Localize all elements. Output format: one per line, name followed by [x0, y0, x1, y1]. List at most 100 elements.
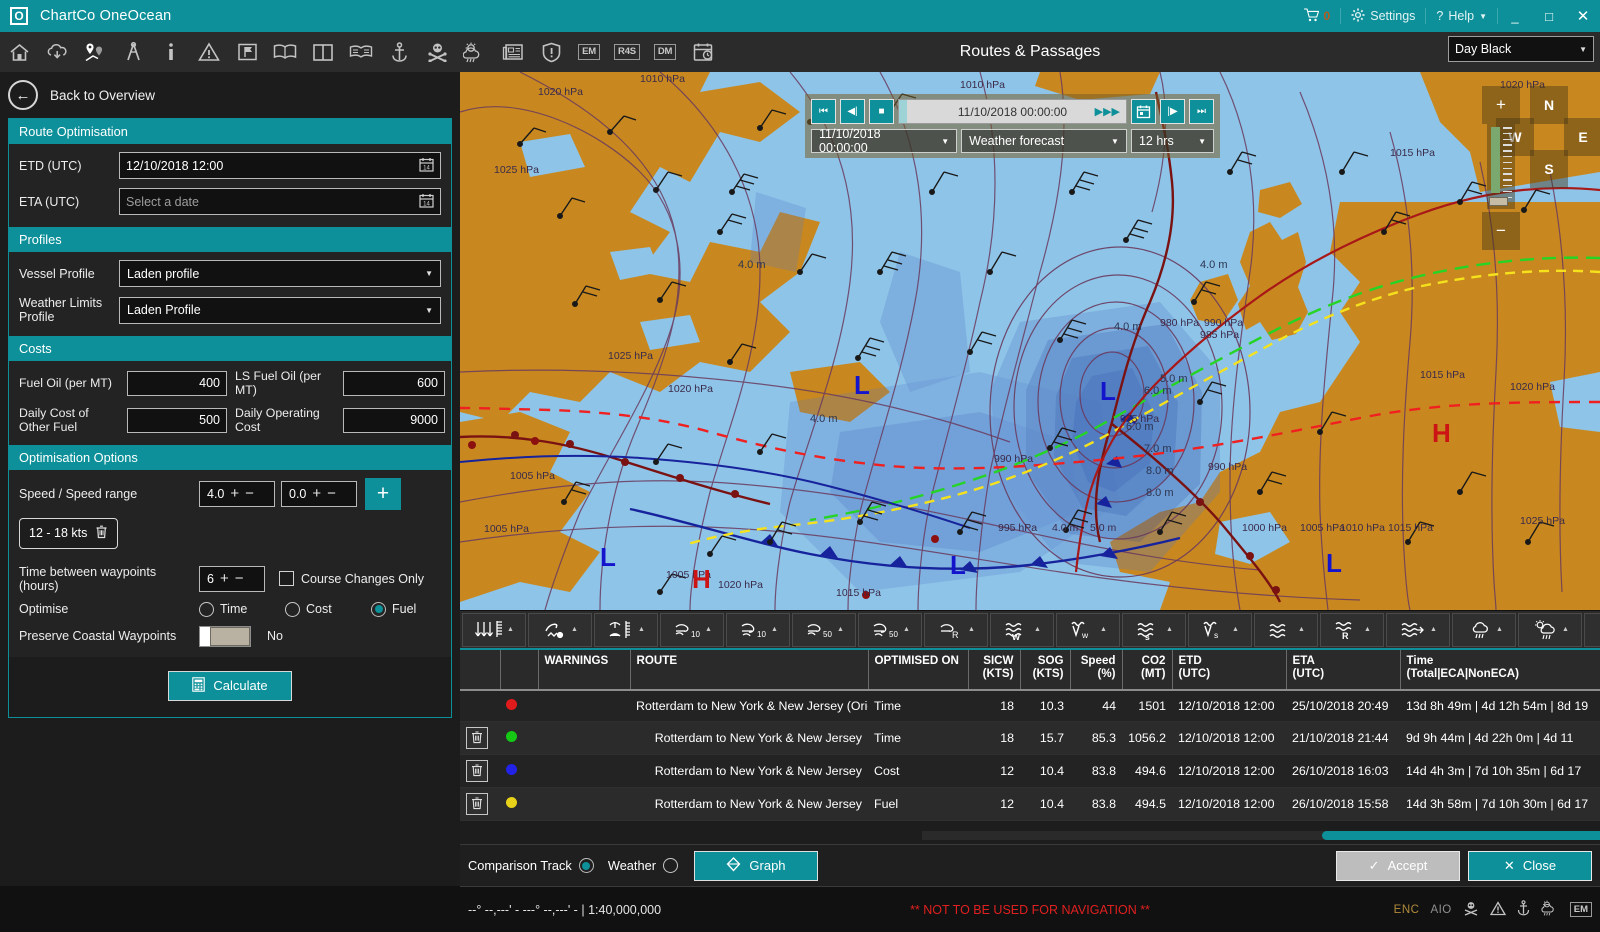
col-speed[interactable]: Speed(%) [1070, 650, 1122, 690]
cart-button[interactable]: 0 [1294, 0, 1341, 32]
skip-to-end-icon[interactable]: ⏭ [1189, 99, 1214, 124]
weather-map[interactable]: 1025 hPa 1025 hPa 1020 hPa 1005 hPa 1005… [460, 72, 1600, 610]
col-time[interactable]: Time(Total|ECA|NonECA) [1400, 650, 1600, 690]
comparison-track-radio[interactable] [579, 858, 594, 873]
delete-route-button[interactable] [466, 760, 488, 782]
wave-w-symbol[interactable]: W ▲ [990, 613, 1054, 647]
row-delete-cell[interactable] [460, 787, 500, 820]
notices-book-icon[interactable] [342, 32, 380, 72]
chevron-up-icon[interactable]: ▲ [1364, 626, 1371, 633]
fuel-oil-input[interactable]: 400 [127, 371, 227, 396]
settings-button[interactable]: Settings [1341, 0, 1425, 32]
plus-icon[interactable]: + [312, 486, 321, 501]
zoom-out-button[interactable]: − [1482, 212, 1520, 250]
table-horizontal-scrollbar[interactable] [922, 831, 1600, 840]
wave-sw-symbol[interactable]: ▲ [1254, 613, 1318, 647]
swell2-50-symbol[interactable]: 50 ▲ [858, 613, 922, 647]
warning-triangle-icon[interactable] [190, 32, 228, 72]
play-icon[interactable]: |▶ [1160, 99, 1185, 124]
minus-icon[interactable]: − [327, 486, 336, 501]
anchor-icon[interactable] [380, 32, 418, 72]
graph-button[interactable]: Graph [694, 851, 818, 881]
em-badge[interactable]: EM [570, 32, 608, 72]
col-sog[interactable]: SOG(KTS) [1020, 650, 1070, 690]
fast-forward-icon[interactable]: ▶▶▶ [1095, 105, 1120, 118]
wave-s-symbol[interactable]: s ▲ [1122, 613, 1186, 647]
optimise-radio-time[interactable]: Time [199, 602, 285, 617]
sun-rain-symbol[interactable]: ▲ [1518, 613, 1582, 647]
swell2-10-symbol[interactable]: 10 ▲ [726, 613, 790, 647]
chevron-up-icon[interactable]: ▲ [771, 626, 778, 633]
weather-icon[interactable] [1541, 900, 1559, 919]
minimize-button[interactable]: _ [1498, 0, 1532, 32]
fog-symbol[interactable]: ▲ [1584, 613, 1600, 647]
chevron-up-icon[interactable]: ▲ [1496, 626, 1503, 633]
theme-selector[interactable]: Day Black ▼ [1448, 36, 1594, 62]
enc-status[interactable]: ENC [1394, 904, 1420, 916]
shield-alert-icon[interactable] [532, 32, 570, 72]
piracy-skull-icon[interactable] [418, 32, 456, 72]
calendar-icon[interactable]: 14 [419, 157, 434, 175]
optimise-radio-cost[interactable]: Cost [285, 602, 371, 617]
wind-barbs-symbol[interactable]: ▲ [462, 613, 526, 647]
chevron-up-icon[interactable]: ▲ [1166, 626, 1173, 633]
delete-route-button[interactable] [466, 727, 488, 749]
chevron-up-icon[interactable]: ▲ [903, 626, 910, 633]
weather-radio[interactable] [663, 858, 678, 873]
scrollbar-thumb[interactable] [1322, 831, 1600, 840]
piracy-skull-icon[interactable] [1463, 901, 1479, 919]
chevron-up-icon[interactable]: ▲ [1232, 626, 1239, 633]
home-icon[interactable] [0, 32, 38, 72]
col-etd[interactable]: ETD(UTC) [1172, 650, 1286, 690]
swell-10-symbol[interactable]: 10 ▲ [660, 613, 724, 647]
wave-height-symbol[interactable]: ▲ [594, 613, 658, 647]
calendar-icon[interactable]: 14 [419, 193, 434, 211]
skip-to-start-icon[interactable]: ⏮ [811, 99, 836, 124]
news-icon[interactable] [494, 32, 532, 72]
chevron-up-icon[interactable]: ▲ [1298, 626, 1305, 633]
stop-icon[interactable]: ■ [869, 99, 894, 124]
aio-status[interactable]: AIO [1430, 904, 1451, 916]
em-badge[interactable]: EM [1570, 902, 1592, 918]
dm-badge[interactable]: DM [646, 32, 684, 72]
plus-icon[interactable]: + [220, 571, 229, 586]
wave-r-symbol[interactable]: R ▲ [1320, 613, 1384, 647]
col-warnings[interactable]: WARNINGS [538, 650, 630, 690]
calendar-icon[interactable] [1131, 99, 1156, 124]
table-row[interactable]: Rotterdam to New York & New JerseyCost12… [460, 754, 1600, 787]
time-between-waypoints-spinner[interactable]: 6 + − [199, 566, 265, 592]
chevron-up-icon[interactable]: ▲ [837, 626, 844, 633]
chevron-up-icon[interactable]: ▲ [1430, 626, 1437, 633]
map-datetime-select[interactable]: 11/10/2018 00:00:00 ▼ [811, 129, 957, 153]
route-pins-icon[interactable] [76, 32, 114, 72]
weather-limits-profile-select[interactable]: Laden Profile ▼ [119, 297, 441, 324]
period-w-symbol[interactable]: w ▲ [1056, 613, 1120, 647]
col-sicw[interactable]: SICW(KTS) [968, 650, 1020, 690]
table-row[interactable]: Rotterdam to New York & New JerseyFuel12… [460, 787, 1600, 820]
zoom-slider-handle[interactable] [1489, 197, 1508, 206]
trash-icon[interactable] [95, 525, 108, 542]
back-to-overview-button[interactable]: ← Back to Overview [0, 72, 460, 118]
rain-cloud-symbol[interactable]: ▲ [1452, 613, 1516, 647]
current-symbol[interactable]: ▲ [1386, 613, 1450, 647]
step-back-icon[interactable]: ◀| [840, 99, 865, 124]
etd-input[interactable]: 12/10/2018 12:00 14 [119, 152, 441, 179]
chevron-up-icon[interactable]: ▲ [1034, 626, 1041, 633]
col-eta[interactable]: ETA(UTC) [1286, 650, 1400, 690]
maximize-button[interactable]: □ [1532, 0, 1566, 32]
calculate-button[interactable]: Calculate [168, 671, 292, 701]
cloud-download-icon[interactable] [38, 32, 76, 72]
swell-50-symbol[interactable]: 50 ▲ [792, 613, 856, 647]
col-route[interactable]: ROUTE [630, 650, 868, 690]
calendar-clock-icon[interactable] [684, 32, 722, 72]
chevron-up-icon[interactable]: ▲ [638, 626, 645, 633]
map-interval-select[interactable]: 12 hrs ▼ [1131, 129, 1214, 153]
eta-input[interactable]: Select a date 14 [119, 188, 441, 215]
map-layer-select[interactable]: Weather forecast ▼ [961, 129, 1127, 153]
preserve-coastal-waypoints-toggle[interactable] [199, 626, 251, 647]
minus-icon[interactable]: − [235, 571, 244, 586]
chevron-up-icon[interactable]: ▲ [571, 626, 578, 633]
info-icon[interactable] [152, 32, 190, 72]
chart-flag-icon[interactable] [228, 32, 266, 72]
table-row[interactable]: Rotterdam to New York & New Jersey (Orig… [460, 690, 1600, 721]
